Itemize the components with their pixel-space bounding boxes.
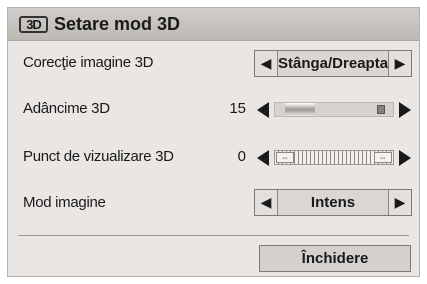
correction-label: Corecţie imagine 3D (23, 54, 154, 71)
correction-next-button[interactable]: ▶ (388, 51, 411, 76)
viewpoint-right-marker-icon: ⇔ (374, 152, 392, 163)
arrow-right-icon: ▶ (394, 55, 406, 71)
depth-slider[interactable] (274, 102, 394, 117)
depth-decrease-icon[interactable] (257, 102, 269, 118)
correction-value: Stânga/Dreapta (278, 55, 389, 72)
viewpoint-slider[interactable]: ⇔ ⇔ (274, 150, 394, 165)
image-mode-label: Mod imagine (23, 194, 106, 211)
settings-dialog: 3D Setare mod 3D Corecţie imagine 3D ◀ S… (7, 7, 420, 277)
image-mode-selector[interactable]: ◀ Intens ▶ (254, 189, 412, 216)
image-mode-prev-button[interactable]: ◀ (255, 190, 278, 215)
viewpoint-value: 0 (237, 148, 246, 165)
correction-selector[interactable]: ◀ Stânga/Dreapta ▶ (254, 50, 412, 77)
depth-slider-fill (285, 103, 315, 116)
image-mode-next-button[interactable]: ▶ (388, 190, 411, 215)
image-mode-value: Intens (310, 194, 356, 211)
depth-label: Adâncime 3D (23, 100, 110, 117)
arrow-left-icon: ◀ (260, 55, 272, 71)
depth-slider-knob[interactable] (377, 105, 385, 114)
dialog-titlebar: 3D Setare mod 3D (8, 8, 419, 41)
dialog-title: Setare mod 3D (54, 14, 181, 34)
viewpoint-left-marker-icon: ⇔ (276, 152, 294, 163)
viewpoint-label: Punct de vizualizare 3D (23, 148, 174, 165)
3d-icon: 3D (19, 16, 48, 33)
viewpoint-decrease-icon[interactable] (257, 150, 269, 166)
divider (18, 235, 409, 236)
arrow-left-icon: ◀ (260, 194, 272, 210)
depth-value: 15 (229, 100, 246, 117)
close-button[interactable]: Închidere (259, 245, 411, 272)
arrow-right-icon: ▶ (394, 194, 406, 210)
correction-prev-button[interactable]: ◀ (255, 51, 278, 76)
viewpoint-increase-icon[interactable] (399, 150, 411, 166)
depth-increase-icon[interactable] (399, 102, 411, 118)
